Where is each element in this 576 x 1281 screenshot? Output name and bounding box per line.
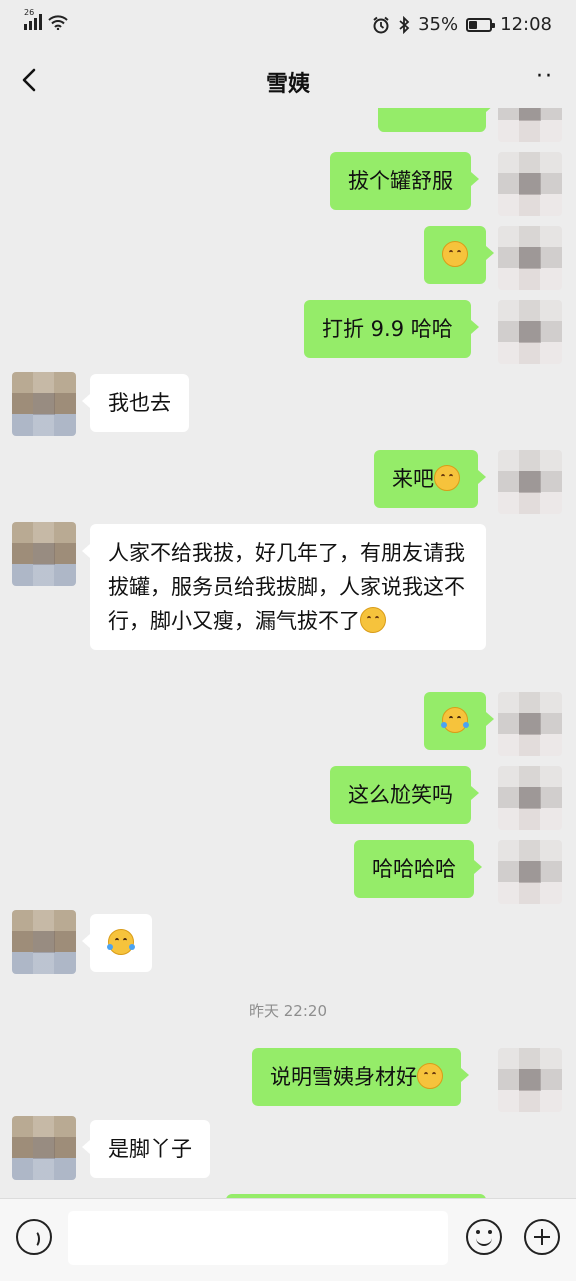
status-time: 12:08 (500, 14, 552, 35)
message-text: 来吧 (392, 467, 434, 491)
avatar-contact[interactable] (12, 1116, 76, 1180)
page-title: 雪姨 (265, 72, 310, 97)
blush-emoji-icon (360, 607, 386, 633)
avatar-self[interactable] (498, 692, 562, 756)
network-type: 26 (24, 8, 35, 17)
message-text: 打折 9.9 哈哈 (322, 317, 453, 341)
message-timestamp: 昨天 22:20 (249, 1002, 327, 1020)
blush-emoji-icon (434, 465, 460, 491)
message-bubble[interactable]: 人家不给我拔，好几年了，有朋友请我拔罐，服务员给我拔脚，人家说我这不行，脚小又瘦… (82, 524, 486, 650)
message-bubble-partial (378, 108, 494, 132)
message-bubble[interactable] (82, 914, 152, 972)
more-dots-icon[interactable]: ·· (536, 66, 554, 88)
plus-icon[interactable] (524, 1219, 560, 1255)
message-list[interactable]: 拔个罐舒服 打折 9.9 哈哈 我也去 来吧 人家不给我拔，好几年了，有朋友请我… (0, 108, 576, 1198)
message-bubble[interactable]: 这么尬笑吗 (330, 766, 479, 824)
battery-fill (469, 20, 477, 29)
message-bubble[interactable]: 打折 9.9 哈哈 (304, 300, 479, 358)
chat-header: 雪姨 ·· (0, 52, 576, 108)
laugh-cry-emoji-icon (441, 707, 469, 733)
avatar-contact[interactable] (12, 522, 76, 586)
avatar-self[interactable] (498, 300, 562, 364)
message-bubble[interactable] (424, 692, 494, 750)
wifi-icon (48, 15, 68, 30)
message-text: 这么尬笑吗 (348, 783, 453, 807)
message-bubble[interactable]: 来吧 (374, 450, 486, 508)
laugh-cry-emoji-icon (107, 929, 135, 955)
avatar-contact[interactable] (12, 910, 76, 974)
avatar-self[interactable] (498, 840, 562, 904)
emoji-icon[interactable] (466, 1219, 502, 1255)
message-bubble[interactable]: 拔个罐舒服 (330, 152, 479, 210)
voice-icon[interactable] (16, 1219, 52, 1255)
message-bubble[interactable]: 说明雪姨身材好 (252, 1048, 469, 1106)
status-bar: 26 35% 12:08 (0, 0, 576, 52)
message-bubble[interactable] (424, 226, 494, 284)
avatar-self[interactable] (498, 766, 562, 830)
bluetooth-icon (399, 15, 410, 34)
blush-emoji-icon (442, 241, 468, 267)
message-text: 哈哈哈哈 (372, 857, 456, 881)
battery-percent: 35% (418, 14, 459, 35)
message-text: 是脚丫子 (108, 1137, 192, 1161)
avatar-self[interactable] (498, 152, 562, 216)
avatar-contact[interactable] (12, 372, 76, 436)
message-text: 拔个罐舒服 (348, 169, 453, 193)
message-input[interactable] (68, 1211, 448, 1265)
battery-icon (466, 17, 496, 32)
input-bar (0, 1198, 576, 1281)
message-bubble[interactable]: 是脚丫子 (82, 1120, 210, 1178)
status-right: 35% 12:08 (372, 14, 552, 35)
status-left: 26 (24, 8, 68, 30)
message-text: 我也去 (108, 391, 171, 415)
message-text: 说明雪姨身材好 (270, 1065, 417, 1089)
avatar-self[interactable] (498, 1048, 562, 1112)
avatar-self[interactable] (498, 108, 562, 142)
avatar-self[interactable] (498, 450, 562, 514)
avatar-self[interactable] (498, 226, 562, 290)
message-text: 人家不给我拔，好几年了，有朋友请我拔罐，服务员给我拔脚，人家说我这不行，脚小又瘦… (108, 541, 465, 633)
signal-icon: 26 (24, 8, 42, 30)
alarm-icon (373, 16, 389, 33)
message-bubble[interactable]: 我也去 (82, 374, 189, 432)
blush-emoji-icon (417, 1063, 443, 1089)
message-bubble[interactable]: 哈哈哈哈 (354, 840, 482, 898)
